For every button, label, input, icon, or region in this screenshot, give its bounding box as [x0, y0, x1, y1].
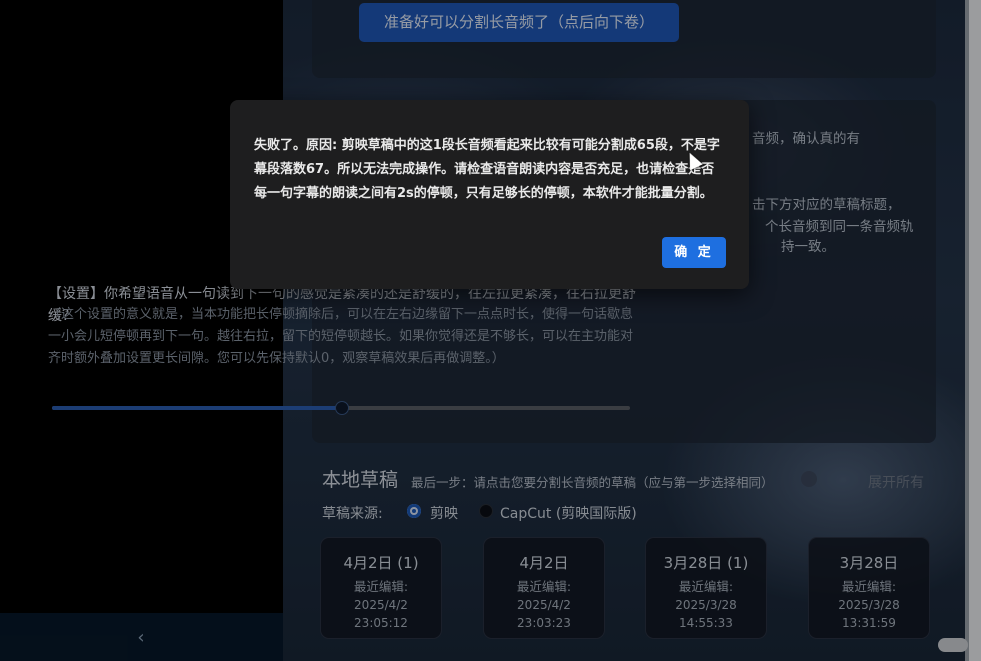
dialog-message: 失败了。原因: 剪映草稿中的这1段长音频看起来比较有可能分割成65段，不是字幕段… [254, 138, 720, 201]
confirm-button[interactable]: 确 定 [662, 237, 726, 268]
error-dialog: 失败了。原因: 剪映草稿中的这1段长音频看起来比较有可能分割成65段，不是字幕段… [230, 100, 749, 289]
